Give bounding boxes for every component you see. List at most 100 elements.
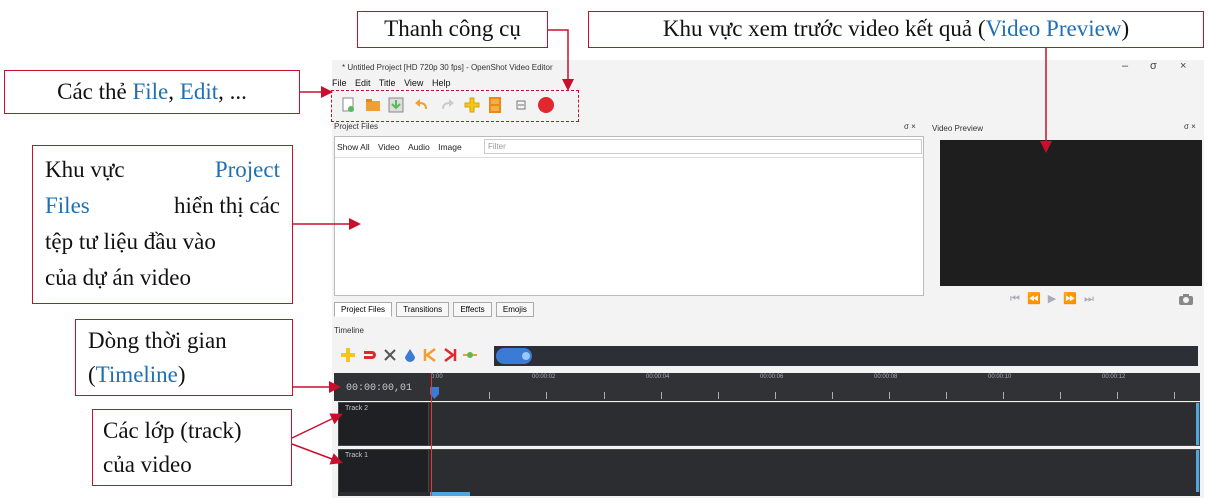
scrollbar-handle[interactable] [430,492,470,496]
player-controls[interactable]: ⏮ ⏪ ▶ ⏩ ⏭ [1010,292,1096,306]
divider [335,157,923,158]
callout-preview-close: ) [1121,16,1130,41]
title-bar: * Untitled Project [HD 720p 30 fps] - Op… [332,60,1204,78]
callout-project-line1: Khu vực Project [45,152,280,188]
snap-icon[interactable] [362,347,378,363]
callout-tabs-prefix: Các thẻ [57,79,133,104]
callout-toolbar: Thanh công cụ [357,11,548,48]
tab-project-files[interactable]: Project Files [334,302,393,317]
track-row[interactable]: Track 1 [338,449,1200,493]
callout-tabs: Các thẻ File, Edit, ... [4,70,300,114]
ruler-tick [718,392,719,399]
filter-video[interactable]: Video [378,137,400,157]
track-lane[interactable] [431,403,1195,445]
ruler-tick [1060,392,1061,399]
callout-tracks: Các lớp (track) của video [92,409,292,486]
callout-tabs-edit: Edit [179,79,219,104]
track-row[interactable]: Track 2 [338,402,1200,446]
minimize-button[interactable]: – [1122,60,1128,72]
ruler-tick [489,392,490,399]
callout-timeline-line2: (Timeline) [88,358,280,392]
ruler-tick [889,392,890,399]
ruler-tick [775,392,776,399]
project-files-title: Project Files [334,122,379,131]
callout-tabs-file: File [132,79,169,104]
ruler-label: 00:00:10 [988,374,1012,380]
tab-transitions[interactable]: Transitions [396,302,450,317]
track-name: Track 2 [345,405,369,412]
camera-icon[interactable] [1178,292,1194,306]
callout-tabs-sep: , [168,79,180,104]
dock-tabs: Project Files Transitions Effects Emojis [334,302,536,318]
timeline-title: Timeline [334,326,364,335]
ruler-label: 00:00:06 [760,374,784,380]
menu-title[interactable]: Title [379,78,396,88]
ruler-tick [604,392,605,399]
filter-input[interactable]: Filter [484,139,922,154]
track-edge [1196,450,1199,492]
add-track-icon[interactable] [340,347,356,363]
menu-view[interactable]: View [404,78,423,88]
callout-project-highlight1: Project [214,157,280,182]
callout-preview: Khu vực xem trước video kết quả (Video P… [588,11,1204,48]
video-preview-title: Video Preview [932,124,983,133]
track-name: Track 1 [345,452,369,459]
playhead-line[interactable] [431,373,432,496]
callout-project-text3: tệp tư liệu đầu vào [45,229,216,254]
timeline-zoom-bar[interactable] [494,346,1198,366]
timeline-scrollbar[interactable] [338,492,1200,496]
ruler-tick [946,392,947,399]
ruler-tick [832,392,833,399]
ruler-label: 00:00:02 [532,374,556,380]
zoom-slider-icon[interactable] [496,346,536,366]
razor-icon[interactable] [382,347,398,363]
track-header[interactable]: Track 2 [339,403,429,445]
ruler-tick [546,392,547,399]
tab-effects[interactable]: Effects [453,302,492,317]
callout-preview-highlight: Video Preview [985,16,1122,41]
project-files-dock-buttons[interactable]: σ × [904,122,916,131]
track-header[interactable]: Track 1 [339,450,429,492]
ruler-tick [1003,392,1004,399]
callout-project-text4: của dự án video [45,265,191,290]
video-preview-panel [940,140,1202,286]
add-marker-icon[interactable] [404,347,420,363]
filter-image[interactable]: Image [438,137,462,157]
ruler-tick [661,392,662,399]
toolbar-highlight [331,90,579,122]
project-files-panel[interactable]: Show All Video Audio Image Filter [334,136,924,296]
ruler-tick [1174,392,1175,399]
menu-help[interactable]: Help [432,78,451,88]
callout-timeline-highlight: Timeline [95,362,178,387]
center-playhead-icon[interactable] [462,347,478,363]
tab-emojis[interactable]: Emojis [495,302,534,317]
timeline-ruler[interactable]: 00:00:00,01 0:00 00:00:02 00:00:04 00:00… [334,373,1200,401]
video-preview-dock-buttons[interactable]: σ × [1184,122,1196,131]
callout-timeline-text1: Dòng thời gian [88,328,227,353]
player-buttons[interactable]: ⏮ ⏪ ▶ ⏩ ⏭ [1010,293,1096,305]
maximize-button[interactable]: σ [1150,60,1157,72]
next-marker-icon[interactable] [442,347,458,363]
callout-project-files: Khu vực Project Files hiển thị các tệp t… [32,145,293,304]
callout-project-line2: Files hiển thị các [45,188,280,224]
ruler-label: 0:00 [431,374,443,380]
menu-edit[interactable]: Edit [355,78,371,88]
callout-project-text1: Khu vực [45,157,125,182]
track-lane[interactable] [431,450,1195,492]
time-readout: 00:00:00,01 [346,383,413,394]
callout-timeline-open: ( [88,362,96,387]
filter-tabs: Show All Video Audio Image [337,137,468,157]
callout-project-text2: hiển thị các [173,193,280,218]
callout-preview-text: Khu vực xem trước video kết quả ( [662,16,986,41]
openshot-window: * Untitled Project [HD 720p 30 fps] - Op… [332,60,1204,498]
filter-audio[interactable]: Audio [408,137,430,157]
callout-tabs-suffix: , ... [218,79,247,104]
callout-tracks-text2: của video [103,452,192,477]
close-button[interactable]: × [1180,60,1186,72]
menu-file[interactable]: File [332,78,347,88]
callout-timeline-close: ) [177,362,186,387]
ruler-label: 00:00:04 [646,374,670,380]
previous-marker-icon[interactable] [422,347,438,363]
filter-show-all[interactable]: Show All [337,137,370,157]
ruler-label: 00:00:08 [874,374,898,380]
